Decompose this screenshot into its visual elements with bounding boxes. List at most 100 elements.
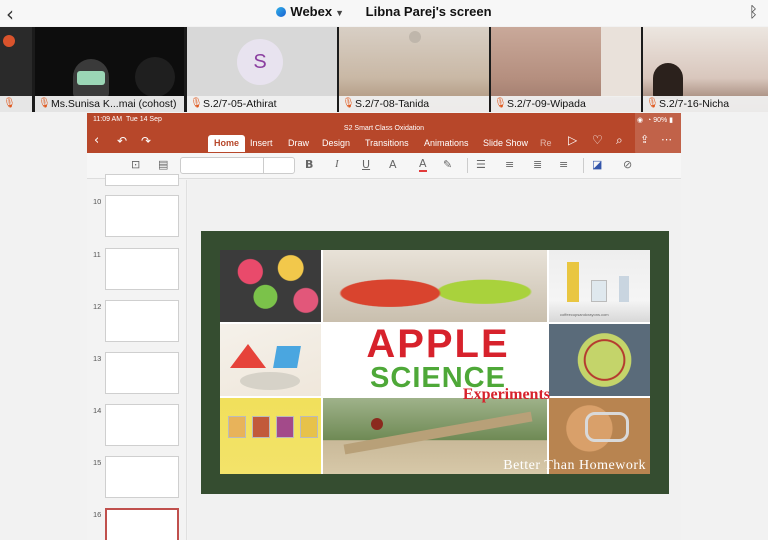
font-size-field[interactable] bbox=[263, 157, 295, 174]
tab-home[interactable]: Home bbox=[208, 135, 246, 152]
layout-icon[interactable]: ▤ bbox=[158, 158, 168, 171]
boat-shape bbox=[230, 344, 266, 368]
cups-photo bbox=[220, 398, 321, 474]
mic-muted-icon: 🎙︎ bbox=[38, 98, 51, 109]
apple-on-ramp bbox=[371, 418, 383, 430]
ribbon: 11:09 AM Tue 14 Sep S2 Smart Class Oxida… bbox=[87, 113, 681, 157]
participant-name-bar: 🎙︎ S.2/7-09-Wipada bbox=[491, 96, 641, 112]
mic-muted-icon: 🎙︎ bbox=[342, 98, 355, 109]
bullets-icon[interactable]: ☰ bbox=[476, 158, 486, 171]
slide-thumbnail[interactable] bbox=[105, 352, 179, 394]
slide-title-apple: APPLE bbox=[366, 322, 510, 366]
play-icon[interactable]: ▷ bbox=[568, 133, 577, 147]
video-cat bbox=[135, 57, 175, 97]
tab-draw[interactable]: Draw bbox=[288, 138, 309, 148]
slide-thumbnail[interactable] bbox=[105, 195, 179, 237]
status-time: 11:09 AM bbox=[93, 116, 123, 123]
mic-muted-icon: 🎙︎ bbox=[190, 98, 203, 109]
numbering-icon[interactable]: ≡ bbox=[505, 158, 514, 171]
cup bbox=[276, 416, 294, 438]
slide-footer: Better Than Homework bbox=[503, 458, 646, 473]
bluetooth-icon[interactable]: ᛒ bbox=[749, 3, 758, 21]
participant-name-bar: 🎙︎ S.2/7-05-Athirat bbox=[187, 96, 337, 112]
tab-insert[interactable]: Insert bbox=[250, 138, 273, 148]
video-window bbox=[601, 27, 641, 97]
painted-apples-photo bbox=[220, 250, 321, 322]
search-icon[interactable]: ⌕ bbox=[616, 133, 623, 148]
slide-thumbnail[interactable] bbox=[105, 456, 179, 498]
paper-boats-photo bbox=[220, 324, 321, 396]
underline-button[interactable]: U bbox=[362, 158, 370, 171]
participant-name-bar: 🎙︎ S.2/7-08-Tanida bbox=[339, 96, 489, 112]
more-icon[interactable]: ⋯ bbox=[661, 133, 672, 146]
bottle bbox=[567, 262, 579, 302]
participant-name-bar: 🎙︎ Ms.Sunisa K...mai (cohost) bbox=[35, 96, 184, 112]
glass bbox=[591, 280, 607, 302]
apple-science-poster: APPLE SCIENCE Experiments coffeecupsandc… bbox=[220, 250, 650, 474]
slide-number: 13 bbox=[93, 354, 102, 363]
slide-thumbnail[interactable] bbox=[105, 300, 179, 342]
mic-muted-icon: 🎙︎ bbox=[646, 98, 659, 109]
recording-badge bbox=[3, 35, 15, 47]
share-icon[interactable]: ⇪ bbox=[640, 133, 649, 146]
tab-animations[interactable]: Animations bbox=[424, 138, 469, 148]
mic-muted-icon: 🎙︎ bbox=[494, 98, 507, 109]
slide-number: 12 bbox=[93, 302, 102, 311]
status-time-date: 11:09 AM Tue 14 Sep bbox=[93, 116, 162, 123]
undo-icon[interactable]: ↶ bbox=[117, 134, 127, 148]
plate bbox=[240, 372, 300, 390]
wire bbox=[585, 412, 629, 442]
font-color-button[interactable]: A bbox=[419, 158, 427, 172]
webex-app-name: Webex bbox=[290, 4, 333, 19]
powerpoint-window: 11:09 AM Tue 14 Sep S2 Smart Class Oxida… bbox=[87, 113, 681, 540]
status-date: Tue 14 Sep bbox=[125, 116, 162, 123]
avatar: S bbox=[237, 39, 283, 85]
document-title: S2 Smart Class Oxidation bbox=[343, 125, 425, 132]
participant-name: S.2/7-05-Athirat bbox=[203, 98, 277, 110]
slide-number: 16 bbox=[93, 510, 102, 519]
participant-tile[interactable]: S 🎙︎ S.2/7-05-Athirat bbox=[187, 27, 337, 112]
tab-design[interactable]: Design bbox=[322, 138, 350, 148]
format-icon[interactable]: ⊘ bbox=[623, 158, 632, 171]
participant-tile[interactable]: 🎙︎ S.2/7-08-Tanida bbox=[339, 27, 489, 112]
lightbulb-icon[interactable]: ♡ bbox=[592, 133, 603, 147]
participant-tile[interactable]: 🎙︎ S.2/7-16-Nicha bbox=[643, 27, 768, 112]
chevron-left-icon[interactable]: ‹ bbox=[94, 133, 99, 148]
slide-thumbnail[interactable] bbox=[105, 174, 179, 186]
video-ceiling-light bbox=[409, 31, 421, 43]
mic-muted-icon: 🎙︎ bbox=[3, 98, 16, 109]
participant-name: S.2/7-08-Tanida bbox=[355, 98, 430, 110]
participant-name-bar: 🎙︎ bbox=[0, 96, 32, 112]
tab-slide-show[interactable]: Slide Show bbox=[483, 138, 528, 148]
slide-thumbnail[interactable] bbox=[105, 248, 179, 290]
font-size-button[interactable]: A bbox=[389, 158, 397, 171]
slide-thumbnail[interactable] bbox=[105, 404, 179, 446]
bold-button[interactable]: B bbox=[305, 158, 313, 171]
participant-tile[interactable]: 🎙︎ Ms.Sunisa K...mai (cohost) bbox=[35, 27, 184, 112]
cup bbox=[300, 416, 318, 438]
slide-title-experiments: Experiments bbox=[462, 386, 550, 403]
slide[interactable]: APPLE SCIENCE Experiments coffeecupsandc… bbox=[201, 231, 669, 494]
ramp bbox=[343, 411, 533, 455]
video-mask bbox=[77, 71, 105, 85]
highlight-icon[interactable]: ✎ bbox=[443, 158, 452, 171]
tab-review[interactable]: Re bbox=[540, 138, 552, 148]
participant-tile[interactable]: 🎙︎ S.2/7-09-Wipada bbox=[491, 27, 641, 112]
photo-credit: coffeecupsandcrayons.com bbox=[560, 312, 609, 317]
italic-button[interactable]: I bbox=[335, 158, 339, 170]
toolbar-divider bbox=[467, 158, 468, 173]
webex-menu[interactable]: Webex ▼ bbox=[276, 4, 365, 19]
slide-number: 15 bbox=[93, 458, 102, 467]
participant-tile[interactable]: 🎙︎ bbox=[0, 27, 32, 112]
slide-number: 10 bbox=[93, 197, 102, 206]
shapes-icon[interactable]: ◪ bbox=[592, 158, 602, 171]
slide-thumbnail-selected[interactable] bbox=[105, 508, 179, 540]
align-icon[interactable]: ≡ bbox=[559, 158, 568, 171]
slide-thumbnails: 10 11 12 13 14 15 16 bbox=[87, 174, 187, 540]
redo-icon[interactable]: ↷ bbox=[141, 134, 151, 148]
apple-oxidation-photo bbox=[323, 250, 547, 322]
align-left-icon[interactable]: ≣ bbox=[533, 158, 542, 171]
video-person bbox=[653, 63, 683, 99]
tab-transitions[interactable]: Transitions bbox=[365, 138, 409, 148]
new-slide-icon[interactable]: ⊡ bbox=[131, 158, 140, 171]
